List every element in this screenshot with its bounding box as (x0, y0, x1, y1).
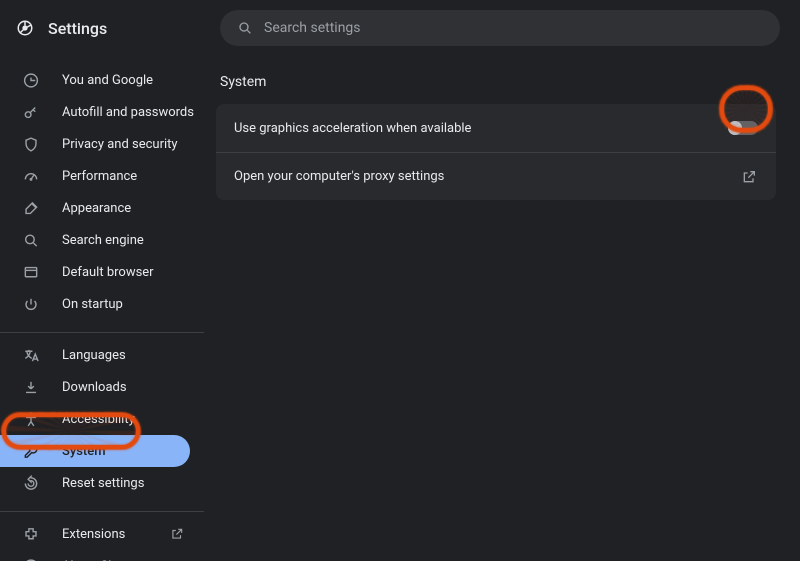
sidebar-item-label: You and Google (62, 73, 204, 88)
speedometer-icon (22, 167, 40, 185)
sidebar-item-label: Default browser (62, 265, 204, 280)
sidebar-item-label: Privacy and security (62, 137, 204, 152)
sidebar-item-label: Downloads (62, 380, 204, 395)
sidebar-item-label: Extensions (62, 527, 146, 542)
sidebar-item-appearance[interactable]: Appearance (0, 192, 204, 224)
sidebar-item-label: Appearance (62, 201, 204, 216)
chrome-icon (22, 557, 40, 561)
google-icon (22, 71, 40, 89)
sidebar-item-search-engine[interactable]: Search engine (0, 224, 204, 256)
sidebar-item-label: Performance (62, 169, 204, 184)
section-title: System (220, 74, 776, 90)
sidebar-item-label: Accessibility (62, 412, 204, 427)
search-input[interactable] (264, 20, 764, 36)
body: You and Google Autofill and passwords Pr… (0, 56, 800, 561)
search-container (220, 10, 780, 46)
external-link-icon (168, 525, 186, 543)
search-box[interactable] (220, 10, 780, 46)
divider (0, 511, 204, 512)
wrench-icon (22, 442, 40, 460)
settings-card: Use graphics acceleration when available… (216, 104, 776, 200)
sidebar-item-label: System (62, 444, 190, 459)
header: Settings (0, 0, 800, 56)
sidebar-item-autofill[interactable]: Autofill and passwords (0, 96, 204, 128)
download-icon (22, 378, 40, 396)
page-title: Settings (48, 19, 107, 38)
row-proxy-settings[interactable]: Open your computer's proxy settings (216, 152, 776, 200)
shield-icon (22, 135, 40, 153)
extensions-icon (22, 525, 40, 543)
sidebar-item-label: Languages (62, 348, 204, 363)
sidebar-item-you-and-google[interactable]: You and Google (0, 64, 204, 96)
browser-icon (22, 263, 40, 281)
search-icon (236, 19, 254, 37)
sidebar-item-languages[interactable]: Languages (0, 339, 204, 371)
languages-icon (22, 346, 40, 364)
toggle-knob (728, 121, 742, 135)
sidebar-item-label: On startup (62, 297, 204, 312)
row-label: Use graphics acceleration when available (234, 121, 471, 136)
sidebar-item-on-startup[interactable]: On startup (0, 288, 204, 320)
power-icon (22, 295, 40, 313)
sidebar-item-accessibility[interactable]: Accessibility (0, 403, 204, 435)
external-link-icon (740, 168, 758, 186)
row-graphics-acceleration[interactable]: Use graphics acceleration when available (216, 104, 776, 152)
sidebar-item-about[interactable]: About Chrome (0, 550, 204, 561)
main-content: System Use graphics acceleration when av… (204, 56, 800, 561)
sidebar: You and Google Autofill and passwords Pr… (0, 56, 204, 561)
sidebar-item-default-browser[interactable]: Default browser (0, 256, 204, 288)
sidebar-item-reset[interactable]: Reset settings (0, 467, 204, 499)
chrome-logo-icon (16, 19, 34, 37)
row-label: Open your computer's proxy settings (234, 169, 444, 184)
key-icon (22, 103, 40, 121)
sidebar-item-privacy[interactable]: Privacy and security (0, 128, 204, 160)
sidebar-item-label: Reset settings (62, 476, 204, 491)
sidebar-item-label: Search engine (62, 233, 204, 248)
paint-icon (22, 199, 40, 217)
divider (0, 332, 204, 333)
magnifier-icon (22, 231, 40, 249)
accessibility-icon (22, 410, 40, 428)
reset-icon (22, 474, 40, 492)
sidebar-item-downloads[interactable]: Downloads (0, 371, 204, 403)
sidebar-item-performance[interactable]: Performance (0, 160, 204, 192)
sidebar-item-system[interactable]: System (0, 435, 190, 467)
sidebar-item-extensions[interactable]: Extensions (0, 518, 204, 550)
sidebar-item-label: Autofill and passwords (62, 105, 204, 120)
brand: Settings (16, 19, 204, 38)
toggle-graphics-acceleration[interactable] (728, 121, 758, 135)
